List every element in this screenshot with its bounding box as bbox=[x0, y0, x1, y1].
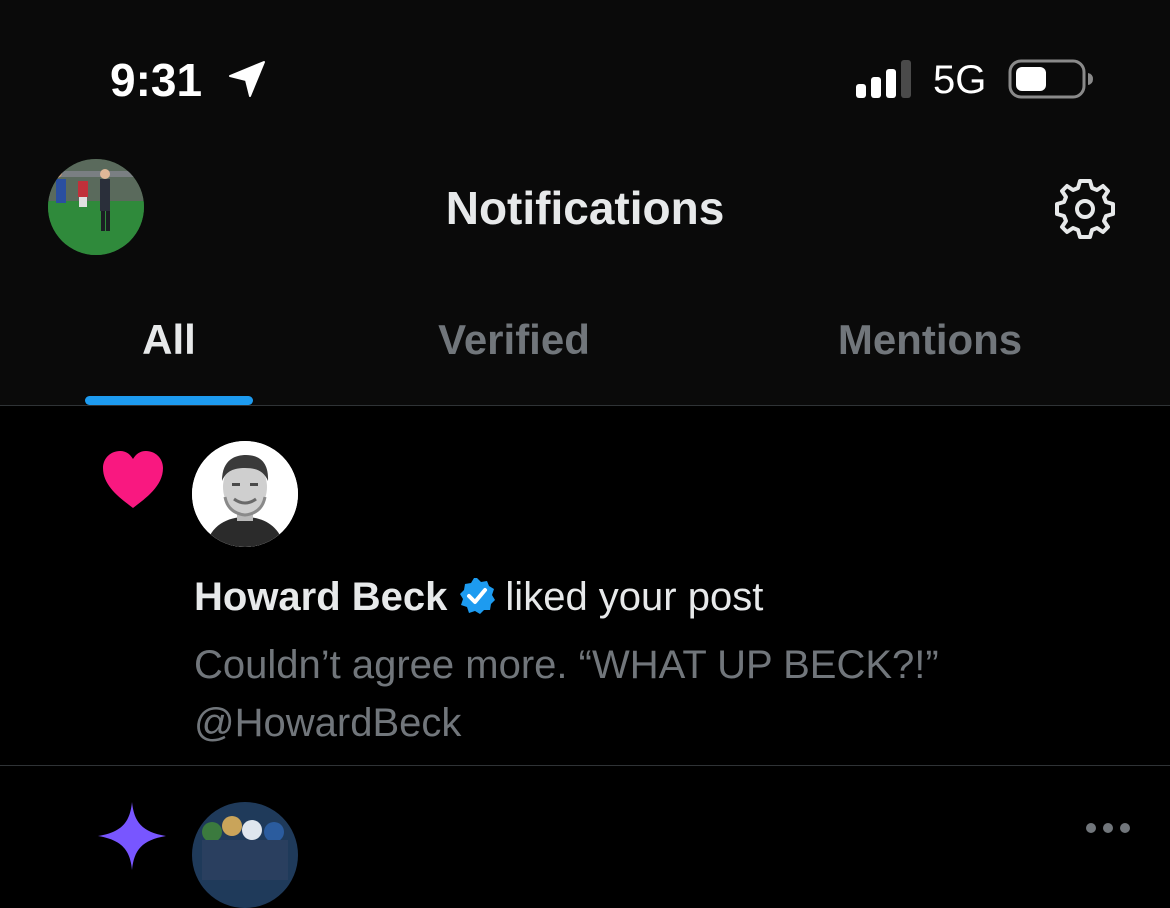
post-preview-mention: @HowardBeck bbox=[194, 701, 462, 745]
tab-mentions[interactable]: Mentions bbox=[810, 312, 1050, 368]
more-icon[interactable] bbox=[1084, 820, 1132, 836]
post-preview[interactable]: Couldn’t agree more. “WHAT UP BECK?!” @H… bbox=[194, 636, 1094, 752]
notification-text: Howard Beck liked your post bbox=[194, 570, 763, 624]
heart-icon bbox=[103, 451, 163, 508]
battery-icon bbox=[1008, 59, 1093, 99]
network-type: 5G bbox=[933, 58, 987, 102]
tabs-divider bbox=[0, 405, 1170, 406]
page-title: Notifications bbox=[445, 182, 725, 234]
notification-divider bbox=[0, 765, 1170, 766]
actor-avatar[interactable] bbox=[192, 441, 298, 547]
sparkle-icon bbox=[98, 802, 166, 870]
gear-icon[interactable] bbox=[1052, 176, 1118, 242]
group-avatar[interactable] bbox=[192, 802, 298, 908]
notification-action: liked your post bbox=[505, 575, 764, 619]
tab-all[interactable]: All bbox=[85, 312, 253, 368]
post-preview-line: Couldn’t agree more. “WHAT UP BECK?!” bbox=[194, 643, 939, 687]
verified-badge-icon bbox=[460, 578, 496, 614]
active-tab-indicator bbox=[85, 396, 253, 405]
status-time: 9:31 bbox=[110, 54, 203, 106]
actor-name[interactable]: Howard Beck bbox=[194, 575, 447, 619]
cellular-signal-icon bbox=[856, 60, 911, 98]
tab-verified[interactable]: Verified bbox=[402, 312, 626, 368]
location-arrow-icon bbox=[229, 61, 265, 97]
